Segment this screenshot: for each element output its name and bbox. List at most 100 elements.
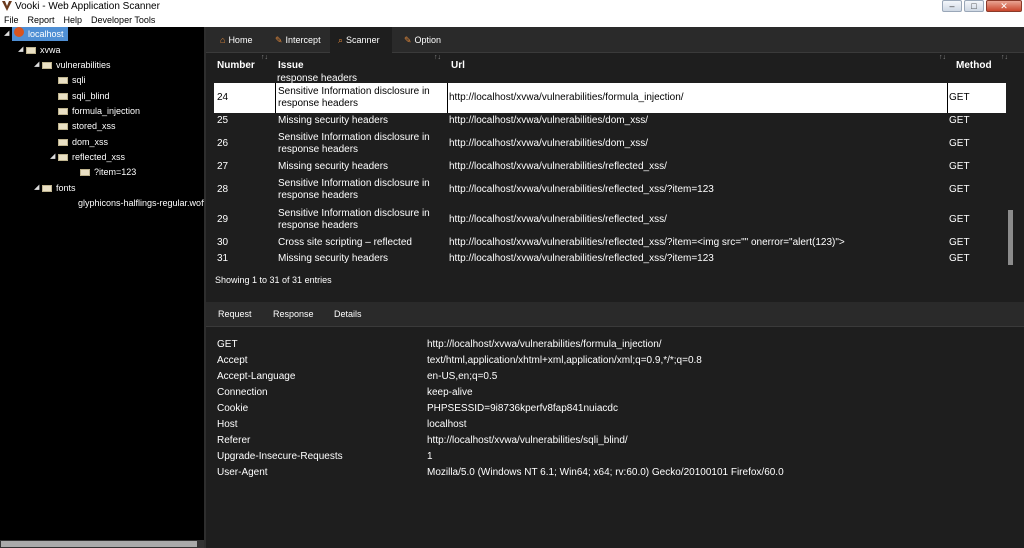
header-key: Connection [217, 387, 268, 398]
cell-issue: Missing security headers [278, 253, 389, 264]
folder-icon [58, 153, 68, 161]
detail-tab-bar: Request Response Details [206, 302, 1024, 327]
maximize-button[interactable]: □ [964, 0, 984, 12]
close-button[interactable]: ✕ [986, 0, 1022, 12]
site-icon [14, 27, 24, 37]
cell-number: 24 [214, 83, 276, 113]
tab-scanner[interactable]: ⌕ Scanner [330, 27, 392, 53]
header-row: Host localhost [217, 419, 1017, 434]
tab-response[interactable]: Response [273, 302, 314, 327]
table-row[interactable]: 26 Sensitive Information disclosure in r… [214, 129, 1006, 159]
table-row[interactable]: response headers [214, 73, 1006, 83]
collapse-icon[interactable]: ◢ [50, 150, 58, 164]
collapse-icon[interactable]: ◢ [4, 27, 12, 41]
tab-home[interactable]: ⌂ Home [212, 27, 260, 53]
tree-node-font-file[interactable]: glyphicons-halflings-regular.woff2 [78, 196, 211, 210]
cell-method: GET [949, 184, 970, 195]
collapse-icon[interactable]: ◢ [34, 181, 42, 195]
tree-node-dom-xss[interactable]: dom_xss [58, 135, 108, 149]
cell-number: 30 [217, 237, 229, 248]
table-row[interactable]: 30 Cross site scripting – reflected http… [214, 235, 1006, 251]
table-row[interactable]: 27 Missing security headers http://local… [214, 159, 1006, 175]
cell-number: 31 [217, 253, 229, 264]
header-value: text/html,application/xhtml+xml,applicat… [427, 355, 702, 366]
wrench-icon: ✎ [404, 35, 412, 45]
tree-label: reflected_xss [72, 152, 126, 162]
cell-issue: Sensitive Information disclosure in resp… [278, 178, 430, 201]
sort-icon[interactable]: ↑↓ [434, 54, 441, 61]
tree-node-formula-injection[interactable]: formula_injection [58, 104, 140, 118]
tree-label-xvwa: xvwa [40, 45, 61, 55]
scrollbar-thumb[interactable] [1, 541, 197, 547]
header-row: User-Agent Mozilla/5.0 (Windows NT 6.1; … [217, 467, 1017, 482]
header-key: Accept [217, 355, 248, 366]
tab-label: Intercept [285, 35, 321, 45]
cell-url: http://localhost/xvwa/vulnerabilities/re… [449, 253, 714, 264]
table-row-selected[interactable]: 24 Sensitive Information disclosure in r… [214, 83, 1006, 113]
tab-option[interactable]: ✎ Option [396, 27, 449, 53]
folder-icon [26, 46, 36, 54]
sort-icon[interactable]: ↑↓ [261, 54, 268, 61]
cell-issue: Missing security headers [278, 161, 389, 172]
cell-number: 26 [217, 138, 229, 149]
cell-method: GET [949, 214, 970, 225]
folder-icon [58, 138, 68, 146]
column-header-method[interactable]: Method [956, 60, 992, 71]
search-icon: ⌕ [338, 35, 344, 45]
cell-method: GET [949, 92, 970, 103]
header-key: User-Agent [217, 467, 268, 478]
tab-request[interactable]: Request [218, 302, 252, 327]
column-header-number[interactable]: Number [217, 60, 255, 71]
cell-url: http://localhost/xvwa/vulnerabilities/re… [449, 214, 667, 225]
folder-icon [58, 122, 68, 130]
table-row[interactable]: 29 Sensitive Information disclosure in r… [214, 205, 1006, 235]
cell-number: 25 [217, 115, 229, 126]
cell-method: GET [949, 138, 970, 149]
tab-label: Option [414, 35, 442, 45]
request-line: GET http://localhost/xvwa/vulnerabilitie… [217, 339, 1017, 354]
header-row: Accept-Language en-US,en;q=0.5 [217, 371, 1017, 386]
tree-node-item-123[interactable]: ?item=123 [80, 165, 136, 179]
tree-node-fonts[interactable]: ◢ fonts [34, 181, 76, 195]
tree-node-vulnerabilities[interactable]: ◢ vulnerabilities [34, 58, 111, 72]
tab-intercept[interactable]: ✎ Intercept [267, 27, 329, 53]
menu-help[interactable]: Help [64, 14, 83, 27]
tree-node-reflected-xss[interactable]: ◢ reflected_xss [50, 150, 125, 164]
table-row[interactable]: 31 Missing security headers http://local… [214, 251, 1006, 267]
collapse-icon[interactable]: ◢ [34, 58, 42, 72]
tree-node-sqli-blind[interactable]: sqli_blind [58, 89, 110, 103]
sidebar-horizontal-scrollbar[interactable] [0, 540, 204, 548]
table-row[interactable]: 25 Missing security headers http://local… [214, 113, 1006, 129]
tree-node-sqli[interactable]: sqli [58, 73, 86, 87]
header-value: 1 [427, 451, 433, 462]
cell-issue: Missing security headers [278, 115, 389, 126]
tree-node-xvwa[interactable]: ◢ xvwa [18, 43, 61, 57]
menu-file[interactable]: File [4, 14, 19, 27]
header-row: Upgrade-Insecure-Requests 1 [217, 451, 1017, 466]
cell-number: 27 [217, 161, 229, 172]
cell-method: GET [949, 161, 970, 172]
menu-bar: File Report Help Developer Tools [0, 14, 1024, 27]
column-header-url[interactable]: Url [451, 60, 465, 71]
menu-report[interactable]: Report [28, 14, 55, 27]
sort-icon[interactable]: ↑↓ [939, 54, 946, 61]
cell-url: http://localhost/xvwa/vulnerabilities/do… [449, 138, 648, 149]
window-title: Vooki - Web Application Scanner [15, 1, 160, 12]
cell-issue: response headers [277, 73, 358, 83]
minimize-button[interactable]: – [942, 0, 962, 12]
tree-label-localhost: localhost [28, 29, 64, 39]
tab-details[interactable]: Details [334, 302, 362, 327]
cell-method: GET [949, 253, 970, 264]
header-row: Accept text/html,application/xhtml+xml,a… [217, 355, 1017, 370]
tree-label-vulnerabilities: vulnerabilities [56, 60, 111, 70]
table-scrollbar-thumb[interactable] [1008, 210, 1013, 265]
collapse-icon[interactable]: ◢ [18, 43, 26, 57]
header-value: en-US,en;q=0.5 [427, 371, 498, 382]
column-header-issue[interactable]: Issue [278, 60, 304, 71]
cell-issue: Sensitive Information disclosure in resp… [276, 83, 448, 113]
tree-node-stored-xss[interactable]: stored_xss [58, 119, 116, 133]
sort-icon[interactable]: ↑↓ [1001, 54, 1008, 61]
menu-developer-tools[interactable]: Developer Tools [91, 14, 155, 27]
table-row[interactable]: 28 Sensitive Information disclosure in r… [214, 175, 1006, 205]
tree-node-localhost[interactable]: ◢ localhost [4, 27, 68, 41]
